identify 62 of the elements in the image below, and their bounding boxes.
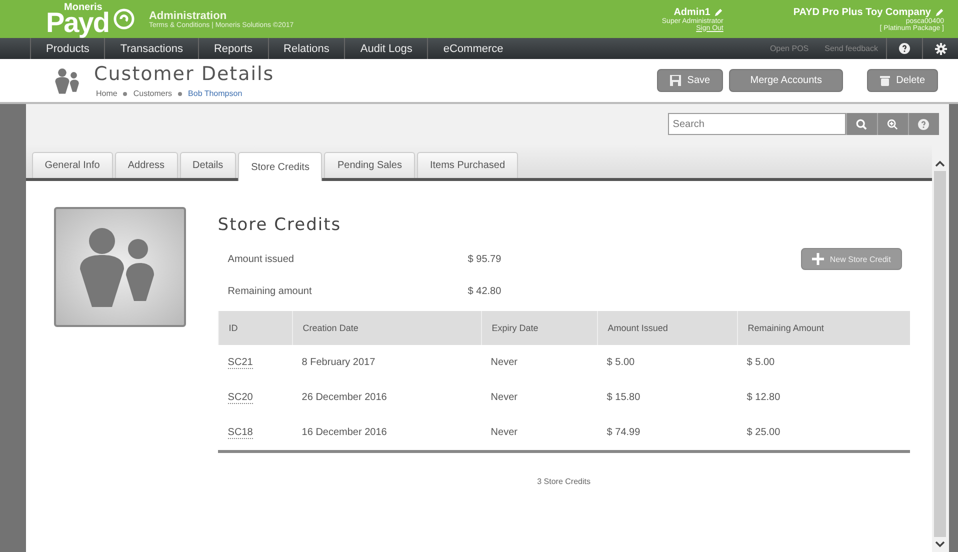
search-button[interactable] — [846, 113, 877, 135]
summary-label: Amount issued — [226, 254, 295, 264]
breadcrumb-link[interactable]: Bob Thompson — [188, 89, 242, 98]
table-cell-text: $ 74.99 — [606, 426, 642, 440]
search-icon — [856, 118, 868, 130]
merge-accounts-button[interactable]: Merge Accounts — [729, 69, 844, 92]
dot-icon — [123, 92, 128, 96]
credit-id-link[interactable]: SC18 — [228, 426, 253, 438]
delete-button[interactable]: Delete — [867, 69, 938, 92]
tab[interactable]: General Info — [32, 152, 113, 178]
trash-icon — [880, 75, 890, 86]
table-cell-text: 16 December 2016 — [300, 426, 388, 440]
help-icon — [918, 118, 930, 130]
save-button[interactable]: Save — [657, 69, 724, 92]
tab[interactable]: Address — [114, 152, 178, 178]
breadcrumb-link[interactable]: Home — [96, 89, 118, 98]
tab[interactable]: Pending Sales — [324, 152, 415, 178]
table-cell-text: Never — [490, 426, 518, 440]
table-cell-text: 8 February 2017 — [300, 356, 376, 370]
scroll-down-icon[interactable] — [935, 541, 946, 548]
page-title: Customer Details — [94, 63, 274, 85]
pencil-icon[interactable] — [935, 8, 944, 16]
scroll-up-icon[interactable] — [935, 160, 946, 167]
record-count: 3 Store Credits — [537, 477, 590, 486]
zoom-in-icon — [887, 118, 898, 130]
credit-id-link[interactable]: SC20 — [228, 392, 253, 404]
column-header: Amount Issued — [596, 311, 737, 345]
swirl-logo-icon — [112, 8, 135, 30]
advanced-search-button[interactable] — [876, 113, 908, 135]
nav-item[interactable]: Reports — [198, 38, 268, 59]
table-cell-text: $ 12.80 — [746, 391, 782, 405]
section-title: Store Credits — [218, 215, 342, 235]
tab[interactable]: Store Credits — [238, 152, 322, 181]
table-cell-text: $ 5.00 — [746, 356, 776, 370]
nav-item[interactable]: Relations — [268, 38, 344, 59]
column-header: Expiry Date — [480, 311, 597, 345]
app-title: Administration — [148, 10, 228, 22]
pencil-icon[interactable] — [714, 8, 724, 16]
search-field[interactable]: Search — [668, 113, 846, 135]
column-header: Creation Date — [292, 311, 481, 345]
table-cell-text: 26 December 2016 — [300, 391, 388, 405]
summary-label: Remaining amount — [226, 286, 313, 296]
nav-item[interactable]: Transactions — [104, 38, 198, 59]
table-cell-text: $ 5.00 — [606, 356, 636, 370]
table-cell-text: $ 25.00 — [746, 426, 782, 440]
dot-icon — [178, 92, 182, 96]
column-header: Remaining Amount — [736, 311, 910, 345]
table-cell-text: Never — [490, 391, 518, 405]
table-cell-text: $ 15.80 — [606, 391, 642, 405]
help-button[interactable] — [908, 113, 939, 135]
summary-value: $ 95.79 — [468, 254, 502, 264]
summary-value: $ 42.80 — [468, 286, 502, 296]
tab[interactable]: Items Purchased — [416, 152, 518, 178]
nav-item[interactable]: eCommerce — [427, 38, 518, 59]
tab[interactable]: Details — [180, 152, 236, 178]
nav-item[interactable]: Audit Logs — [344, 38, 428, 59]
nav-item[interactable]: Products — [30, 38, 104, 59]
plus-icon — [812, 253, 824, 265]
breadcrumb-link[interactable]: Customers — [133, 89, 172, 98]
credit-id-link[interactable]: SC21 — [228, 356, 253, 368]
column-header: ID — [218, 311, 292, 345]
table-cell-text: Never — [490, 356, 518, 370]
